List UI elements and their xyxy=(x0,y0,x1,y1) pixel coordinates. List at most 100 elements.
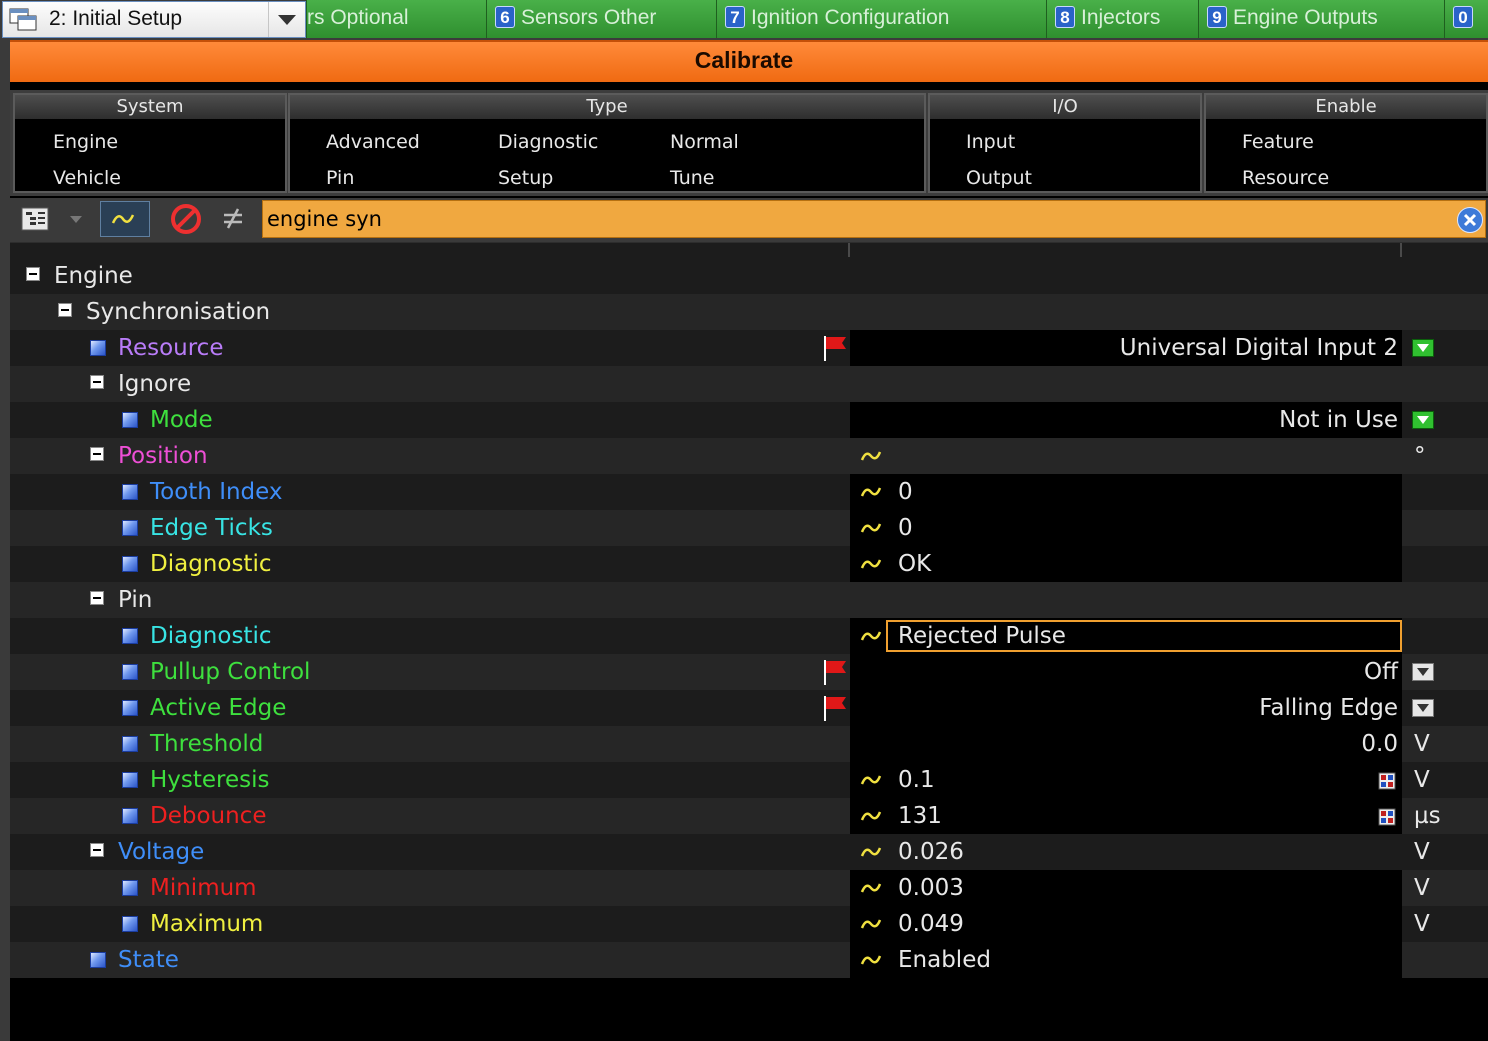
unit-label: V xyxy=(1414,731,1430,757)
tree-row-debounce[interactable]: Debounce 131 µs xyxy=(10,798,1488,834)
value-text: Off xyxy=(1364,659,1398,685)
toolbar xyxy=(10,198,1488,242)
tree-row-pin[interactable]: Pin xyxy=(10,582,1488,618)
tree-row-voltage[interactable]: Voltage 0.026 V xyxy=(10,834,1488,870)
filter-output[interactable]: Output xyxy=(966,167,1032,189)
combo-arrow-icon[interactable] xyxy=(1412,339,1434,357)
filter-engine[interactable]: Engine xyxy=(53,131,118,153)
left-frame-border xyxy=(0,40,10,1041)
live-values-toggle[interactable] xyxy=(100,201,150,237)
value-text: 0 xyxy=(898,515,913,541)
tree-label: Hysteresis xyxy=(150,767,270,793)
collapse-toggle[interactable] xyxy=(90,447,104,461)
tree-row-tooth-index[interactable]: Tooth Index 0 xyxy=(10,474,1488,510)
tab-ignition-configuration[interactable]: 7 Ignition Configuration xyxy=(716,0,1046,38)
window-stack-icon xyxy=(9,8,39,32)
tree-row-pin-diagnostic[interactable]: Diagnostic Rejected Pulse xyxy=(10,618,1488,654)
parameter-icon xyxy=(122,520,138,536)
tree-row-position[interactable]: Position ° xyxy=(10,438,1488,474)
filter-input[interactable]: Input xyxy=(966,131,1015,153)
value-cell[interactable]: Enabled xyxy=(850,942,1402,978)
tab-sensors-other[interactable]: 6 Sensors Other xyxy=(486,0,716,38)
collapse-toggle[interactable] xyxy=(90,843,104,857)
tab-engine-outputs[interactable]: 9 Engine Outputs xyxy=(1198,0,1444,38)
tree-row-threshold[interactable]: Threshold 0.0 V xyxy=(10,726,1488,762)
tab-number: 0 xyxy=(1453,6,1473,28)
tree-row-resource[interactable]: Resource Universal Digital Input 2 xyxy=(10,330,1488,366)
tree-view-menu-button[interactable] xyxy=(16,201,88,237)
filter-normal[interactable]: Normal xyxy=(670,131,739,153)
value-text: 0 xyxy=(898,479,913,505)
tree-row-hysteresis[interactable]: Hysteresis 0.1 V xyxy=(10,762,1488,798)
filter-setup[interactable]: Setup xyxy=(498,167,553,189)
value-text: 131 xyxy=(898,803,942,829)
column-divider[interactable] xyxy=(1400,243,1402,257)
value-text: 0.003 xyxy=(898,875,964,901)
filter-vehicle[interactable]: Vehicle xyxy=(53,167,121,189)
value-cell[interactable]: Off xyxy=(850,654,1402,690)
combo-arrow-icon[interactable] xyxy=(1412,411,1434,429)
tree-label: State xyxy=(118,947,179,973)
filter-group-title: Enable xyxy=(1206,95,1486,119)
value-cell[interactable]: Universal Digital Input 2 xyxy=(850,330,1402,366)
filter-group-title: I/O xyxy=(930,95,1200,119)
grid-icon[interactable] xyxy=(1378,808,1396,826)
tree-row-engine[interactable]: Engine xyxy=(10,258,1488,294)
unit-label: V xyxy=(1414,839,1430,865)
column-divider[interactable] xyxy=(848,243,850,257)
tree-row-maximum[interactable]: Maximum 0.049 V xyxy=(10,906,1488,942)
value-cell[interactable]: Falling Edge xyxy=(850,690,1402,726)
no-entry-icon xyxy=(171,204,201,234)
collapse-toggle[interactable] xyxy=(90,591,104,605)
tab-0[interactable]: 0 xyxy=(1444,0,1488,38)
filter-panel: System Engine Vehicle Type Advanced Diag… xyxy=(10,90,1488,196)
setup-selector[interactable]: 2: Initial Setup xyxy=(2,1,306,38)
wave-icon xyxy=(860,451,882,461)
filter-diagnostic[interactable]: Diagnostic xyxy=(498,131,598,153)
filter-pin[interactable]: Pin xyxy=(326,167,354,189)
tree-row-position-diagnostic[interactable]: Diagnostic OK xyxy=(10,546,1488,582)
wave-icon xyxy=(111,214,135,224)
value-cell[interactable]: 0 xyxy=(850,510,1402,546)
tree-row-edge-ticks[interactable]: Edge Ticks 0 xyxy=(10,510,1488,546)
tab-number: 6 xyxy=(495,6,515,28)
value-cell[interactable]: 0.1 xyxy=(850,762,1402,798)
value-cell[interactable]: 0.0 xyxy=(850,726,1402,762)
filter-resource[interactable]: Resource xyxy=(1242,167,1329,189)
tab-sensors-optional[interactable]: rs Optional xyxy=(306,0,486,38)
value-text: 0.026 xyxy=(898,839,964,865)
tree-row-ignore[interactable]: Ignore xyxy=(10,366,1488,402)
value-cell[interactable]: OK xyxy=(850,546,1402,582)
tab-injectors[interactable]: 8 Injectors xyxy=(1046,0,1198,38)
search-input[interactable] xyxy=(267,204,1437,234)
clear-search-button[interactable] xyxy=(1457,207,1483,233)
chevron-down-icon[interactable] xyxy=(268,2,305,37)
value-text: Not in Use xyxy=(1279,407,1398,433)
tree-row-pullup-control[interactable]: Pullup Control Off xyxy=(10,654,1488,690)
parameter-icon xyxy=(122,556,138,572)
calibrate-header: Calibrate xyxy=(0,40,1488,82)
tree-row-synchronisation[interactable]: Synchronisation xyxy=(10,294,1488,330)
filter-advanced[interactable]: Advanced xyxy=(326,131,420,153)
collapse-toggle[interactable] xyxy=(26,267,40,281)
value-cell[interactable]: Rejected Pulse xyxy=(850,618,1402,654)
filter-tune[interactable]: Tune xyxy=(670,167,715,189)
value-cell[interactable]: 0 xyxy=(850,474,1402,510)
value-cell[interactable]: 131 xyxy=(850,798,1402,834)
tree-row-state[interactable]: State Enabled xyxy=(10,942,1488,978)
grid-icon[interactable] xyxy=(1378,772,1396,790)
compare-button[interactable] xyxy=(216,201,252,237)
tree-row-active-edge[interactable]: Active Edge Falling Edge xyxy=(10,690,1488,726)
clear-filter-button[interactable] xyxy=(166,201,206,237)
combo-arrow-icon[interactable] xyxy=(1412,699,1434,717)
tree-row-minimum[interactable]: Minimum 0.003 V xyxy=(10,870,1488,906)
value-cell[interactable]: 0.003 xyxy=(850,870,1402,906)
filter-feature[interactable]: Feature xyxy=(1242,131,1314,153)
value-cell[interactable]: Not in Use xyxy=(850,402,1402,438)
collapse-toggle[interactable] xyxy=(90,375,104,389)
tree-row-mode[interactable]: Mode Not in Use xyxy=(10,402,1488,438)
combo-arrow-icon[interactable] xyxy=(1412,663,1434,681)
value-cell[interactable]: 0.049 xyxy=(850,906,1402,942)
collapse-toggle[interactable] xyxy=(58,303,72,317)
value-text: Universal Digital Input 2 xyxy=(1119,335,1398,361)
